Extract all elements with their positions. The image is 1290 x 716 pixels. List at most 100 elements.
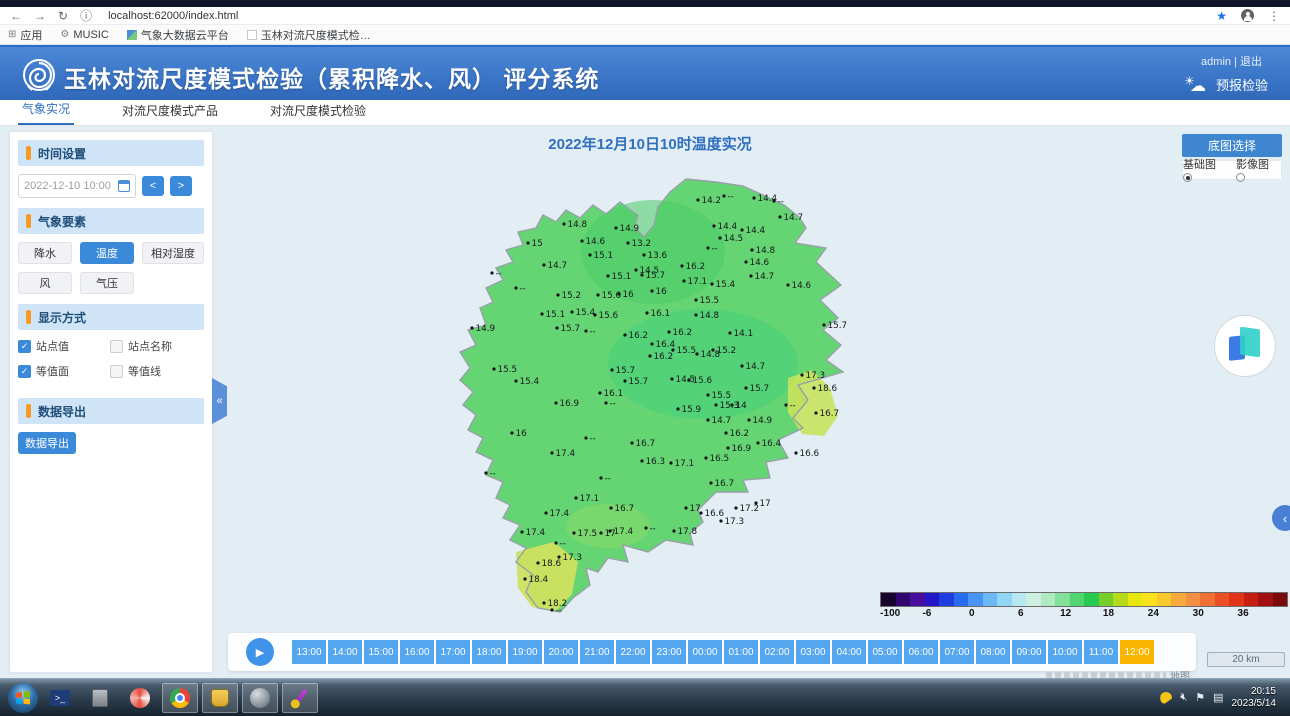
station-dot xyxy=(744,386,747,389)
legend-tick-label: 18 xyxy=(1103,608,1114,619)
station-dot xyxy=(694,298,697,301)
bookmark-star-icon[interactable]: ★ xyxy=(1216,9,1227,23)
legend-tick-label: -6 xyxy=(922,608,931,619)
station-dot xyxy=(630,441,633,444)
tab-model-products[interactable]: 对流尺度模式产品 xyxy=(118,97,222,125)
legend-colorbar xyxy=(880,592,1288,607)
apps-grid-icon: ⊞ xyxy=(8,29,16,40)
chrome-icon xyxy=(170,688,190,708)
forward-icon[interactable]: → xyxy=(34,9,46,23)
tray-app-icon[interactable] xyxy=(1160,692,1172,704)
bookmark-cloud-platform[interactable]: 气象大数据云平台 xyxy=(127,27,229,43)
element-precip-button[interactable]: 降水 xyxy=(18,242,72,264)
time-step-button[interactable]: 16:00 xyxy=(400,640,434,664)
tab-weather-live[interactable]: 气象实况 xyxy=(18,95,74,125)
time-step-button[interactable]: 20:00 xyxy=(544,640,578,664)
next-time-button[interactable]: > xyxy=(170,176,192,196)
time-step-button[interactable]: 00:00 xyxy=(688,640,722,664)
time-step-button[interactable]: 18:00 xyxy=(472,640,506,664)
legend-tick-label: 30 xyxy=(1193,608,1204,619)
element-pressure-button[interactable]: 气压 xyxy=(80,272,134,294)
bookmark-apps[interactable]: ⊞应用 xyxy=(8,27,42,43)
start-button[interactable] xyxy=(8,683,38,713)
volume-muted-icon[interactable]: 🔇︎ xyxy=(1180,691,1187,704)
datetime-input[interactable]: 2022-12-10 10:00 xyxy=(18,174,136,198)
bookmark-music[interactable]: ⚙MUSIC xyxy=(60,29,108,41)
time-step-button[interactable]: 14:00 xyxy=(328,640,362,664)
back-icon[interactable]: ← xyxy=(10,9,22,23)
time-step-button[interactable]: 04:00 xyxy=(832,640,866,664)
time-step-button[interactable]: 06:00 xyxy=(904,640,938,664)
taskbar-db-tool[interactable] xyxy=(202,683,238,713)
station-dot xyxy=(709,481,712,484)
time-step-button[interactable]: 09:00 xyxy=(1012,640,1046,664)
time-step-button[interactable]: 03:00 xyxy=(796,640,830,664)
windows-taskbar: >_ 🔇︎ ⚑ ▤ 20:15 2023/5/14 xyxy=(0,678,1290,716)
forecast-check-link[interactable]: ☀☁ 预报检验 xyxy=(1184,75,1268,94)
browser-menu-icon[interactable]: ⋮ xyxy=(1268,9,1280,23)
radio-image-map[interactable]: 影像图 xyxy=(1236,156,1281,184)
time-step-button[interactable]: 10:00 xyxy=(1048,640,1082,664)
time-step-button[interactable]: 02:00 xyxy=(760,640,794,664)
taskbar-pen-app[interactable] xyxy=(282,683,318,713)
checkbox-isoline[interactable]: 等值线 xyxy=(110,363,202,379)
time-step-button[interactable]: 05:00 xyxy=(868,640,902,664)
temperature-map[interactable]: 14.2--14.4--14.714.414.414.5--14.914.815… xyxy=(458,164,918,634)
profile-avatar[interactable] xyxy=(1241,9,1254,22)
prev-time-button[interactable]: < xyxy=(142,176,164,196)
tencent-map-logo[interactable] xyxy=(1214,315,1276,377)
site-info-icon[interactable]: ⓘ xyxy=(80,7,92,24)
station-value: 16.3 xyxy=(646,457,666,467)
time-step-button[interactable]: 21:00 xyxy=(580,640,614,664)
taskbar-powershell[interactable]: >_ xyxy=(42,683,78,713)
time-step-button[interactable]: 07:00 xyxy=(940,640,974,664)
station-value: 17 xyxy=(690,504,701,514)
time-step-button[interactable]: 08:00 xyxy=(976,640,1010,664)
time-step-button[interactable]: 19:00 xyxy=(508,640,542,664)
right-collapse-handle[interactable]: ‹ xyxy=(1272,505,1290,531)
time-step-button[interactable]: 22:00 xyxy=(616,640,650,664)
station-value: 14 xyxy=(736,401,748,411)
time-step-button[interactable]: 17:00 xyxy=(436,640,470,664)
url-text[interactable]: localhost:62000/index.html xyxy=(108,10,238,22)
checkbox-station-value[interactable]: ✓站点值 xyxy=(18,338,110,354)
station-value: 15.7 xyxy=(616,366,636,376)
time-step-button[interactable]: 15:00 xyxy=(364,640,398,664)
taskbar-chrome[interactable] xyxy=(162,683,198,713)
station-value: 16 xyxy=(623,290,635,300)
reload-icon[interactable]: ↻ xyxy=(58,9,68,23)
station-dot xyxy=(609,506,612,509)
checkbox-isosurface[interactable]: ✓等值面 xyxy=(18,363,110,379)
taskbar-globe-app[interactable] xyxy=(242,683,278,713)
element-wind-button[interactable]: 风 xyxy=(18,272,72,294)
data-export-button[interactable]: 数据导出 xyxy=(18,432,76,454)
taskbar-server-app[interactable] xyxy=(82,683,118,713)
time-step-button[interactable]: 11:00 xyxy=(1084,640,1118,664)
logout-link[interactable]: 退出 xyxy=(1240,56,1262,68)
station-dot xyxy=(722,194,725,197)
time-step-button[interactable]: 01:00 xyxy=(724,640,758,664)
time-step-button[interactable]: 23:00 xyxy=(652,640,686,664)
station-dot xyxy=(670,377,673,380)
basemap-select-button[interactable]: 底图选择 xyxy=(1182,134,1282,157)
action-center-flag-icon[interactable]: ⚑ xyxy=(1195,691,1205,704)
taskbar-clock[interactable]: 20:15 2023/5/14 xyxy=(1232,686,1283,710)
tab-model-verification[interactable]: 对流尺度模式检验 xyxy=(266,97,370,125)
station-dot xyxy=(706,393,709,396)
element-temperature-button[interactable]: 温度 xyxy=(80,242,134,264)
play-button[interactable]: ▶ xyxy=(246,638,274,666)
station-value: 17.1 xyxy=(580,494,600,504)
station-dot xyxy=(555,326,558,329)
panel-collapse-handle[interactable]: « xyxy=(212,378,227,424)
station-value: 16.6 xyxy=(705,509,725,519)
time-step-button[interactable]: 13:00 xyxy=(292,640,326,664)
element-humidity-button[interactable]: 相对湿度 xyxy=(142,242,204,264)
radio-base-map[interactable]: 基础图 xyxy=(1183,156,1228,184)
station-dot xyxy=(718,236,721,239)
time-step-button[interactable]: 12:00 xyxy=(1120,640,1154,664)
legend-color-cell xyxy=(1113,593,1128,606)
network-warning-icon[interactable]: ▤ xyxy=(1213,691,1223,704)
checkbox-station-name[interactable]: 站点名称 xyxy=(110,338,202,354)
taskbar-red-app[interactable] xyxy=(122,683,158,713)
bookmark-yulin-system[interactable]: 玉林对流尺度模式检… xyxy=(247,27,371,43)
